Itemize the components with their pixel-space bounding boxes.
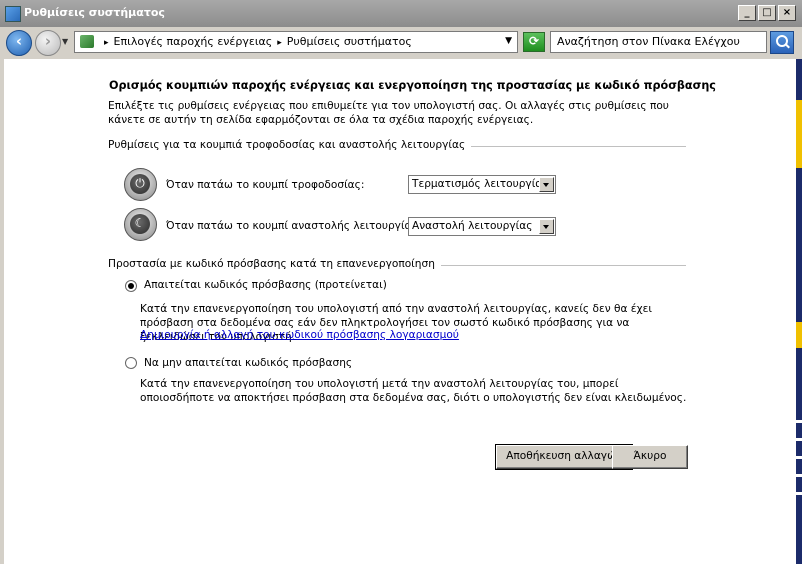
forward-button[interactable]: › — [35, 30, 61, 56]
chevron-down-icon[interactable] — [539, 219, 554, 234]
search-input[interactable] — [557, 35, 762, 48]
require-password-radio[interactable] — [125, 280, 137, 292]
refresh-button[interactable]: ⟳ — [523, 32, 545, 52]
breadcrumb[interactable]: ▸ Επιλογές παροχής ενέργειας ▸ Ρυθμίσεις συ… — [74, 31, 518, 53]
power-button-icon: ⏻ — [124, 168, 157, 201]
power-button-value: Τερματισμός λειτουργίας — [412, 178, 549, 190]
search-box — [550, 31, 767, 53]
breadcrumb-separator-icon[interactable]: ▸ — [277, 38, 282, 48]
window-title: Ρυθμίσεις συστήματος — [24, 6, 165, 19]
address-dropdown-icon[interactable]: ▼ — [505, 36, 512, 46]
control-panel-icon — [5, 6, 21, 22]
breadcrumb-system-settings[interactable]: Ρυθμίσεις συστήματος — [287, 35, 412, 48]
chevron-down-icon[interactable] — [539, 177, 554, 192]
power-options-icon — [80, 35, 94, 48]
search-button[interactable] — [770, 31, 794, 54]
power-button-label: Όταν πατάω το κουμπί τροφοδοσίας: — [166, 179, 365, 191]
group-label: Προστασία με κωδικό πρόσβασης κατά τη επ… — [108, 258, 441, 270]
close-button[interactable]: × — [778, 5, 796, 21]
power-button-select[interactable]: Τερματισμός λειτουργίας — [408, 175, 556, 194]
breadcrumb-separator-icon[interactable]: ▸ — [104, 38, 109, 48]
back-button[interactable]: ‹ — [6, 30, 32, 56]
forward-arrow-icon: › — [44, 32, 52, 50]
page-intro: Επιλέξτε τις ρυθμίσεις ενέργειας που επι… — [108, 100, 669, 126]
title-bar: Ρυθμίσεις συστήματος _ □ × — [0, 0, 802, 27]
sleep-button-label: Όταν πατάω το κουμπί αναστολής λειτουργί… — [166, 220, 422, 232]
refresh-icon: ⟳ — [528, 34, 540, 48]
page-title: Ορισμός κουμπιών παροχής ενέργειας και ε… — [109, 79, 716, 92]
change-password-link[interactable]: Δημιουργία ή αλλαγή του κωδικού πρόσβαση… — [140, 329, 459, 341]
cancel-button[interactable]: Άκυρο — [612, 445, 688, 469]
address-bar: ‹ › ▼ ▸ Επιλογές παροχής ενέργειας ▸ Ρυθμίσ… — [0, 27, 802, 59]
group-button-settings: Ρυθμίσεις για τα κουμπιά τροφοδοσίας και… — [108, 139, 686, 153]
window-controls: _ □ × — [738, 5, 796, 21]
sleep-button-value: Αναστολή λειτουργίας — [412, 220, 533, 232]
maximize-button[interactable]: □ — [758, 5, 776, 21]
sleep-button-icon: ☾ — [124, 208, 157, 241]
no-password-label[interactable]: Να μην απαιτείται κωδικός πρόσβασης — [144, 357, 352, 369]
sleep-button-select[interactable]: Αναστολή λειτουργίας — [408, 217, 556, 236]
minimize-button[interactable]: _ — [738, 5, 756, 21]
recent-pages-dropdown-icon[interactable]: ▼ — [62, 37, 68, 46]
group-label: Ρυθμίσεις για τα κουμπιά τροφοδοσίας και… — [108, 139, 472, 151]
no-password-description: Κατά την επανενεργοποίηση του υπολογιστή… — [140, 378, 687, 404]
group-password: Προστασία με κωδικό πρόσβασης κατά τη επ… — [108, 258, 686, 272]
require-password-label[interactable]: Απαιτείται κωδικός πρόσβασης (προτείνετα… — [144, 279, 387, 291]
no-password-radio[interactable] — [125, 357, 137, 369]
back-arrow-icon: ‹ — [15, 32, 23, 50]
breadcrumb-power-options[interactable]: Επιλογές παροχής ενέργειας — [114, 35, 273, 48]
content-pane: Ορισμός κουμπιών παροχής ενέργειας και ε… — [4, 59, 796, 564]
